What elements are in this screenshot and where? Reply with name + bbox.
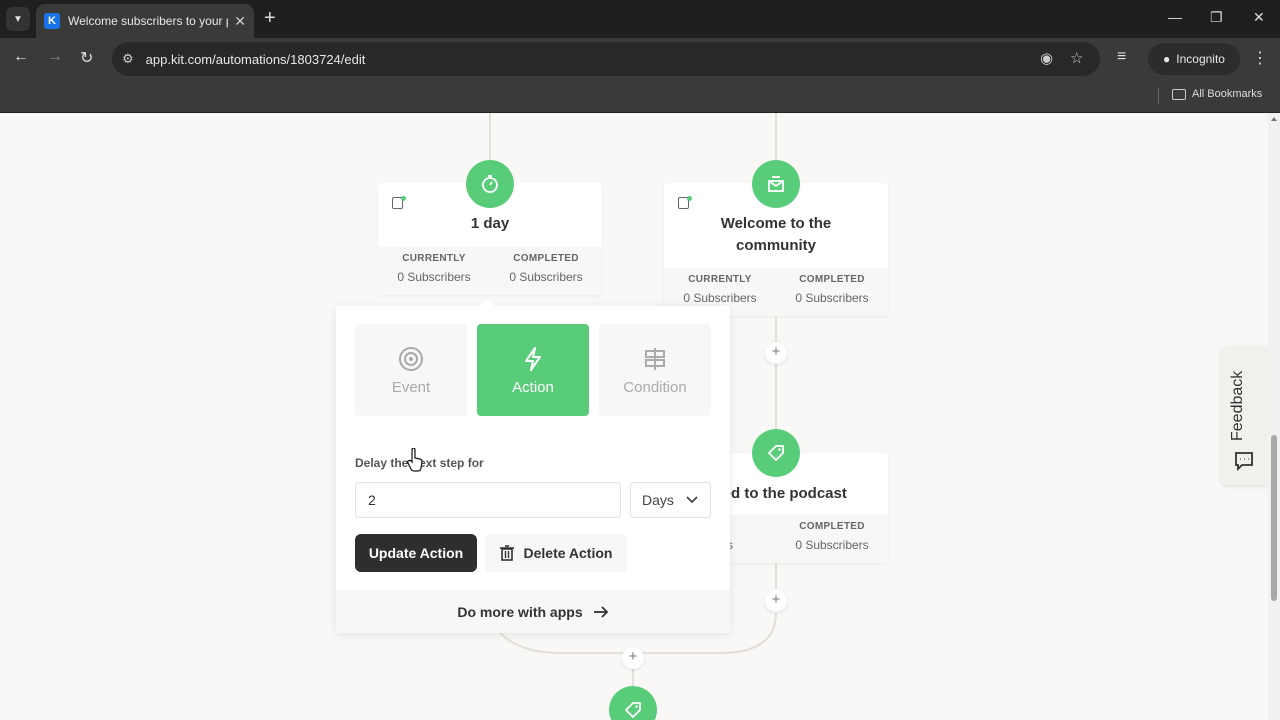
url-text: app.kit.com/automations/1803724/edit xyxy=(145,51,366,67)
arrow-right-icon xyxy=(593,605,608,618)
do-more-label: Do more with apps xyxy=(457,603,583,620)
email-envelope-icon[interactable] xyxy=(752,160,800,208)
action-label: Action xyxy=(512,378,554,396)
tab-close-icon[interactable]: ✕ xyxy=(234,13,246,30)
completed-label: COMPLETED xyxy=(799,274,865,285)
automation-canvas[interactable]: 1 day CURRENTLY 0 Subscribers COMPLETED … xyxy=(0,113,1268,720)
scrollbar-thumb[interactable] xyxy=(1271,435,1277,601)
restore-icon[interactable]: ❐ xyxy=(1210,9,1223,26)
incognito-badge[interactable]: ● Incognito xyxy=(1148,43,1240,75)
do-more-with-apps-link[interactable]: Do more with apps xyxy=(336,590,730,633)
currently-value: 0 Subscribers xyxy=(397,270,471,284)
completed-label: COMPLETED xyxy=(513,253,579,264)
completed-value: 0 Subscribers xyxy=(795,291,869,305)
node-tag-icon xyxy=(392,196,406,209)
tab-title: Welcome subscribers to your p xyxy=(68,14,228,28)
back-arrow-icon[interactable]: ← xyxy=(13,48,29,66)
delete-action-label: Delete Action xyxy=(523,545,613,561)
site-settings-icon[interactable]: ⚙ xyxy=(122,51,134,67)
kit-favicon-icon: K xyxy=(44,13,60,29)
currently-value: 0 Subscribers xyxy=(683,291,757,305)
eye-off-icon[interactable]: ◉ xyxy=(1040,49,1053,67)
incognito-icon: ● xyxy=(1163,52,1171,66)
event-radar-icon xyxy=(399,346,423,371)
window-close-icon[interactable]: ✕ xyxy=(1253,9,1265,26)
all-bookmarks-button[interactable]: All Bookmarks xyxy=(1172,88,1262,100)
delay-node-stats: CURRENTLY 0 Subscribers COMPLETED 0 Subs… xyxy=(378,247,602,295)
tab-search-button[interactable]: ▼ xyxy=(6,7,30,31)
media-control-icon[interactable]: ≡ xyxy=(1117,48,1126,66)
event-label: Event xyxy=(391,378,431,396)
add-step-button[interactable]: + xyxy=(765,342,787,364)
completed-value: 0 Subscribers xyxy=(795,538,869,552)
chat-bubble-icon xyxy=(1235,452,1253,471)
type-event-button[interactable]: Event xyxy=(355,324,467,416)
signpost-icon xyxy=(645,347,665,370)
browser-menu-icon[interactable]: ⋮ xyxy=(1252,48,1268,68)
browser-titlebar: ▼ K Welcome subscribers to your p ✕ + — … xyxy=(0,0,1280,38)
minimize-icon[interactable]: — xyxy=(1168,9,1182,25)
email-node-title-line2: community xyxy=(735,237,816,254)
currently-label: CURRENTLY xyxy=(688,274,752,285)
add-step-button[interactable]: + xyxy=(622,647,644,669)
email-node-title-line1: Welcome to the xyxy=(720,215,832,232)
add-step-button[interactable]: + xyxy=(765,590,787,612)
hand-cursor-icon xyxy=(407,448,423,472)
forward-arrow-icon[interactable]: → xyxy=(47,48,63,66)
node-tag-icon xyxy=(678,196,692,209)
bookmark-star-icon[interactable]: ☆ xyxy=(1070,49,1083,67)
bookmarks-divider xyxy=(1158,88,1159,104)
delay-unit-select[interactable]: Days xyxy=(630,482,711,518)
tag-icon[interactable] xyxy=(752,429,800,477)
reload-icon[interactable]: ↻ xyxy=(80,48,93,68)
completed-label: COMPLETED xyxy=(799,521,865,532)
feedback-tab[interactable]: Feedback xyxy=(1221,347,1268,485)
browser-toolbar: ← → ↻ ⚙ app.kit.com/automations/1803724/… xyxy=(0,38,1280,80)
type-condition-button[interactable]: Condition xyxy=(599,324,711,416)
address-bar[interactable]: ⚙ app.kit.com/automations/1803724/edit ◉… xyxy=(112,42,1100,76)
delay-unit-value: Days xyxy=(642,492,674,508)
lightning-bolt-icon xyxy=(525,346,541,371)
delete-action-button[interactable]: Delete Action xyxy=(485,534,627,572)
browser-tab[interactable]: K Welcome subscribers to your p ✕ xyxy=(36,4,254,38)
folder-icon xyxy=(1172,88,1186,100)
bookmarks-bar: All Bookmarks xyxy=(0,80,1280,113)
feedback-label: Feedback xyxy=(1229,370,1246,441)
edit-step-panel: Event Action Condition Delay the next st… xyxy=(336,297,730,633)
all-bookmarks-label: All Bookmarks xyxy=(1192,88,1263,100)
page-scrollbar[interactable] xyxy=(1268,113,1280,720)
delay-node-title: 1 day xyxy=(470,215,510,232)
chevron-down-icon xyxy=(686,496,698,504)
new-tab-icon[interactable]: + xyxy=(264,8,276,28)
condition-label: Condition xyxy=(623,378,687,396)
stopwatch-icon[interactable] xyxy=(466,160,514,208)
type-action-button[interactable]: Action xyxy=(477,324,589,416)
completed-value: 0 Subscribers xyxy=(509,270,583,284)
delay-amount-input[interactable] xyxy=(355,482,621,518)
currently-label: CURRENTLY xyxy=(402,253,466,264)
incognito-label: Incognito xyxy=(1176,52,1225,66)
update-action-button[interactable]: Update Action xyxy=(355,534,477,572)
scroll-up-icon[interactable] xyxy=(1271,117,1277,121)
trash-icon xyxy=(499,545,514,561)
